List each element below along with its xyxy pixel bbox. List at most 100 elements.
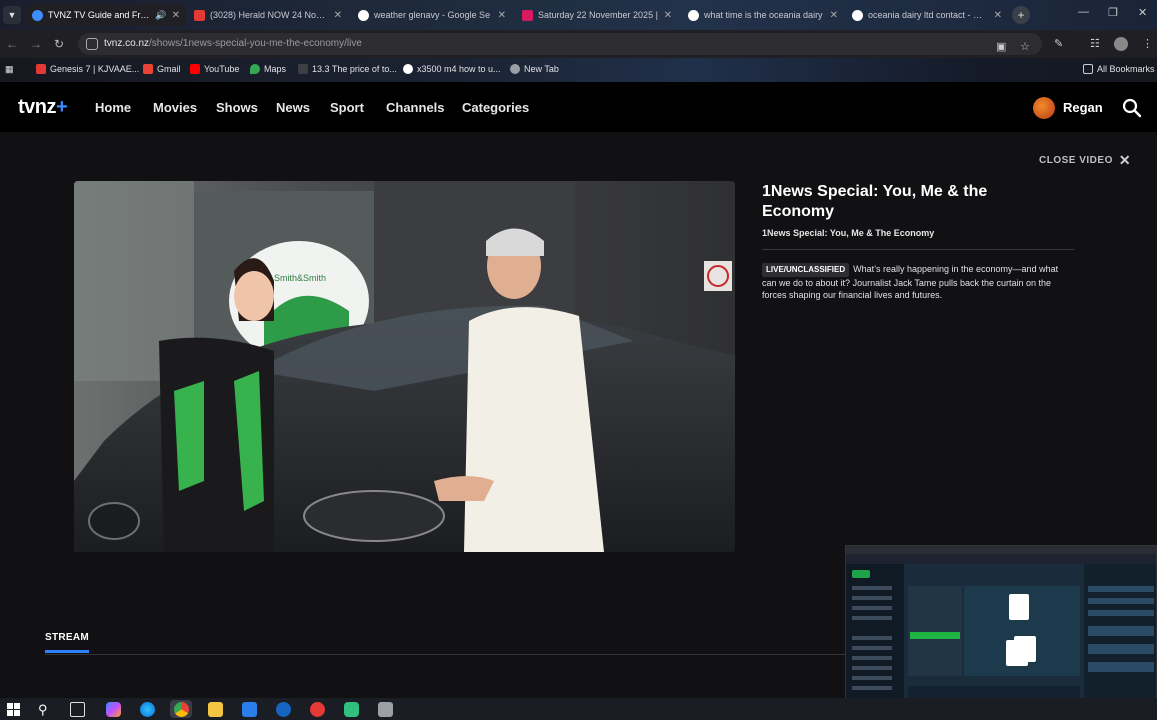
chrome-icon[interactable] [174,702,189,717]
bookmark-price[interactable]: 13.3 The price of to... [298,64,397,74]
nav-channels[interactable]: Channels [386,100,445,115]
episode-title: 1News Special: You, Me & The Economy [762,228,935,238]
store-icon[interactable] [242,702,257,717]
nav-home[interactable]: Home [95,100,131,115]
bookmark-new-tab[interactable]: New Tab [510,64,559,74]
browser-tab-weather[interactable]: weather glenavy - Google Se ✕ [352,4,512,26]
google-favicon-icon [852,9,863,21]
active-tab-indicator [45,650,89,653]
bookmark-favicon-icon [36,64,46,74]
url-domain: tvnz.co.nz [104,38,150,49]
nav-news[interactable]: News [276,100,310,115]
bookmark-genesis[interactable]: Genesis 7 | KJVAAE... [36,64,139,74]
new-tab-button[interactable]: + [1012,6,1030,24]
bookmark-youtube[interactable]: YouTube [190,64,239,74]
close-icon[interactable]: ✕ [664,10,672,21]
bookmarks-bar: ▦ Genesis 7 | KJVAAE... Gmail YouTube Ma… [0,58,1157,82]
browser-tab-oceania-time[interactable]: what time is the oceania dairy ✕ [682,4,844,26]
close-icon[interactable]: ✕ [172,10,180,21]
search-icon[interactable] [1122,98,1142,118]
extensions-icon[interactable]: ✎ [1054,37,1063,50]
task-view-icon[interactable] [70,702,85,717]
tvnz-logo[interactable]: tvnz+ [18,96,68,119]
folder-icon [1083,64,1093,74]
camera-icon[interactable] [378,702,393,717]
all-bookmarks[interactable]: All Bookmarks [1083,64,1155,74]
maximize-icon[interactable]: ❐ [1108,6,1118,19]
reload-icon[interactable]: ↻ [54,37,64,51]
globe-icon [510,64,520,74]
close-icon[interactable]: ✕ [830,10,838,21]
site-info-icon[interactable] [86,38,98,50]
profile-avatar-icon[interactable] [1114,37,1128,51]
tvnz-favicon-icon [32,9,43,21]
show-description: LIVE/UNCLASSIFIED What’s really happening… [762,263,1072,301]
close-icon[interactable]: ✕ [334,10,342,21]
url-text[interactable]: tvnz.co.nz/shows/1news-special-you-me-th… [104,38,362,49]
page-icon [298,64,308,74]
bookmark-label: YouTube [204,64,240,74]
tab-label: TVNZ TV Guide and Free Li [48,10,152,20]
browser-tab-saturday[interactable]: Saturday 22 November 2025 | ✕ [516,4,678,26]
bookmark-label: 13.3 The price of to... [312,64,397,74]
minimize-icon[interactable]: — [1078,6,1089,18]
nav-shows[interactable]: Shows [216,100,258,115]
video-player[interactable]: Smith&Smith [74,181,735,552]
copilot-icon[interactable] [106,702,121,717]
outlook-icon[interactable] [276,702,291,717]
close-icon[interactable]: ✕ [994,10,1002,21]
speaker-icon[interactable]: 🔊 [155,10,166,21]
close-video-button[interactable]: CLOSE VIDEO ✕ [1039,152,1131,169]
site-header: tvnz+ Home Movies Shows News Sport Chann… [0,82,1157,132]
tab-label: (3028) Herald NOW 24 Novem [210,10,329,20]
youtube-favicon-icon [194,9,205,21]
bookmark-x3500[interactable]: x3500 m4 how to u... [403,64,501,74]
google-icon [403,64,413,74]
tab-label: weather glenavy - Google Se [374,10,491,20]
bookmark-gmail[interactable]: Gmail [143,64,181,74]
nav-categories[interactable]: Categories [462,100,529,115]
file-explorer-icon[interactable] [208,702,223,717]
close-icon[interactable]: ✕ [498,10,506,21]
close-icon: ✕ [1118,152,1132,168]
windows-start-icon[interactable] [6,702,21,717]
address-bar-row: ← → ↻ tvnz.co.nz/shows/1news-special-you… [0,30,1157,58]
tab-label: oceania dairy ltd contact - Goo [868,10,989,20]
bookmark-star-icon[interactable]: ☆ [1020,40,1030,53]
browser-tab-oceania-contact[interactable]: oceania dairy ltd contact - Goo ✕ [846,4,1008,26]
nav-movies[interactable]: Movies [153,100,197,115]
logo-text: tvnz [18,96,57,118]
app-icon[interactable] [344,702,359,717]
browser-tab-strip: ▼ TVNZ TV Guide and Free Li 🔊 ✕ (3028) H… [0,0,1157,30]
maps-pin-icon [250,64,260,74]
classification-badge: LIVE/UNCLASSIFIED [762,263,850,277]
google-favicon-icon [688,9,699,21]
profile-avatar[interactable] [1033,97,1055,119]
nav-sport[interactable]: Sport [330,100,364,115]
install-app-icon[interactable]: ▣ [996,40,1006,53]
picture-in-picture-window[interactable] [845,545,1157,720]
bookmark-maps[interactable]: Maps [250,64,286,74]
tab-search-button[interactable]: ▼ [3,6,21,24]
bookmark-label: New Tab [524,64,559,74]
show-title: 1News Special: You, Me & the Economy [762,183,988,220]
video-frame: Smith&Smith [74,181,735,552]
taskbar-search-icon[interactable]: ⚲ [38,702,53,717]
username[interactable]: Regan [1063,100,1103,115]
tab-stream[interactable]: STREAM [45,632,89,643]
window-close-icon[interactable]: ✕ [1138,6,1147,19]
menu-kebab-icon[interactable]: ⋮ [1142,37,1153,50]
forward-arrow-icon[interactable]: → [30,37,42,51]
address-bar[interactable]: tvnz.co.nz/shows/1news-special-you-me-th… [78,33,1042,55]
browser-tab-herald[interactable]: (3028) Herald NOW 24 Novem ✕ [188,4,348,26]
bookmark-label: Genesis 7 | KJVAAE... [50,64,140,74]
profile-sync-icon[interactable]: ☷ [1090,37,1100,50]
browser-tab-tvnz[interactable]: TVNZ TV Guide and Free Li 🔊 ✕ [26,4,186,26]
apps-grid-icon[interactable]: ▦ [5,64,14,75]
bookmark-label: Gmail [157,64,181,74]
google-favicon-icon [358,9,369,21]
app-icon[interactable] [310,702,325,717]
back-arrow-icon[interactable]: ← [6,37,18,51]
edge-icon[interactable] [140,702,155,717]
pip-content [846,546,1156,719]
